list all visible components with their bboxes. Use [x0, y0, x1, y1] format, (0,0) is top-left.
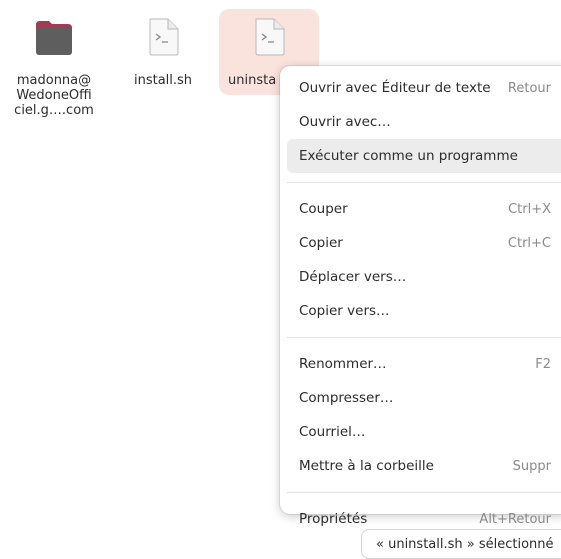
- folder-icon: [34, 15, 74, 57]
- status-text: « uninstall.sh » sélectionné: [376, 537, 554, 552]
- menu-item-run-as-program[interactable]: Exécuter comme un programme: [287, 139, 561, 173]
- menu-item-label: Couper: [299, 201, 348, 217]
- menu-item-cut[interactable]: Couper Ctrl+X: [287, 192, 561, 226]
- menu-item-email[interactable]: Courriel…: [287, 415, 561, 449]
- menu-separator: [287, 492, 561, 493]
- menu-item-accel: Retour: [507, 80, 551, 96]
- file-label: madonna@ WedoneOffi ciel.g….com: [14, 73, 94, 118]
- menu-separator: [287, 337, 561, 338]
- script-file-icon: [143, 15, 183, 57]
- menu-item-label: Courriel…: [299, 424, 366, 440]
- menu-item-open-with[interactable]: Ouvrir avec…: [287, 105, 561, 139]
- menu-item-label: Propriétés: [299, 511, 368, 527]
- menu-item-label: Ouvrir avec…: [299, 114, 391, 130]
- menu-item-label: Exécuter comme un programme: [299, 148, 518, 164]
- menu-item-label: Ouvrir avec Éditeur de texte: [299, 80, 491, 96]
- menu-item-label: Renommer…: [299, 356, 387, 372]
- script-file-icon: [249, 15, 289, 57]
- context-menu: Ouvrir avec Éditeur de texte Retour Ouvr…: [280, 66, 561, 527]
- menu-item-compress[interactable]: Compresser…: [287, 381, 561, 415]
- file-item-install[interactable]: install.sh: [113, 9, 213, 95]
- menu-item-label: Déplacer vers…: [299, 269, 407, 285]
- menu-item-label: Mettre à la corbeille: [299, 458, 434, 474]
- menu-item-move-to-trash[interactable]: Mettre à la corbeille Suppr: [287, 449, 561, 483]
- menu-item-label: Copier vers…: [299, 303, 390, 319]
- menu-separator: [287, 182, 561, 183]
- menu-item-label: Copier: [299, 235, 343, 251]
- menu-item-open-with-text-editor[interactable]: Ouvrir avec Éditeur de texte Retour: [287, 71, 561, 105]
- file-label: install.sh: [133, 73, 193, 88]
- menu-item-accel: F2: [535, 356, 551, 372]
- menu-item-label: Compresser…: [299, 390, 394, 406]
- menu-item-copy[interactable]: Copier Ctrl+C: [287, 226, 561, 260]
- menu-item-accel: Suppr: [512, 458, 551, 474]
- menu-item-rename[interactable]: Renommer… F2: [287, 347, 561, 381]
- status-pill: « uninstall.sh » sélectionné: [361, 529, 561, 559]
- menu-item-accel: Ctrl+C: [507, 235, 551, 251]
- menu-item-accel: Alt+Retour: [479, 511, 551, 527]
- file-item-folder[interactable]: madonna@ WedoneOffi ciel.g….com: [4, 9, 104, 118]
- menu-item-move-to[interactable]: Déplacer vers…: [287, 260, 561, 294]
- menu-item-accel: Ctrl+X: [508, 201, 551, 217]
- menu-item-copy-to[interactable]: Copier vers…: [287, 294, 561, 328]
